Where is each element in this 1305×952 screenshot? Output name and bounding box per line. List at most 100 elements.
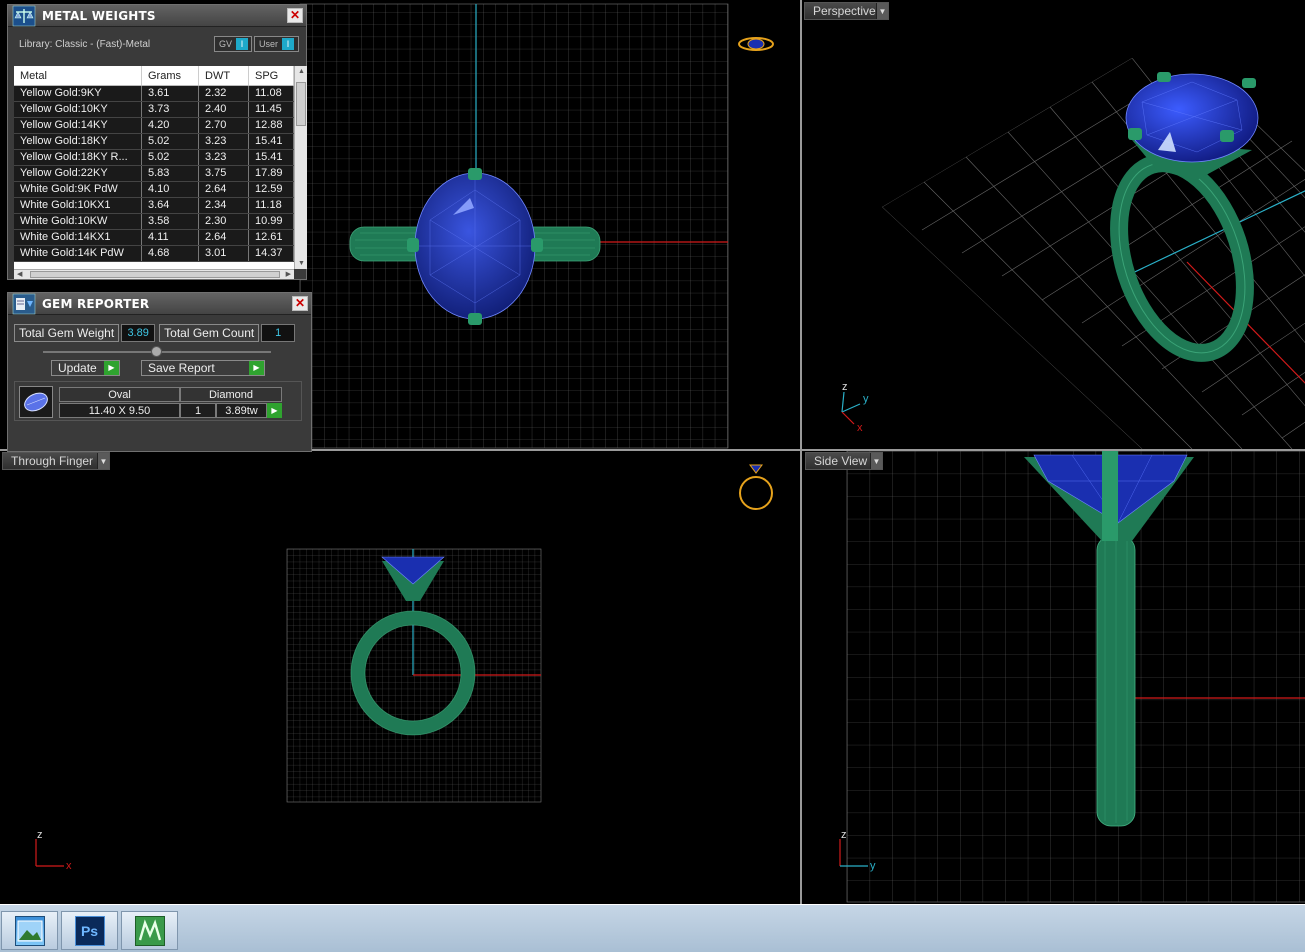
grams-cell: 5.02 [142, 150, 199, 165]
perspective-view-dropdown[interactable]: Perspective ▼ [804, 2, 889, 20]
spg-cell: 12.59 [249, 182, 294, 197]
update-button[interactable]: Update ▶ [51, 360, 120, 376]
table-row[interactable]: White Gold:10KW 3.58 2.30 10.99 [14, 214, 294, 230]
view-orientation-thumb [738, 37, 774, 51]
vertical-scrollbar[interactable]: ▲ ▼ [294, 66, 307, 269]
table-row[interactable]: White Gold:14K PdW 4.68 3.01 14.37 [14, 246, 294, 262]
panel-titlebar[interactable]: METAL WEIGHTS ✕ [8, 5, 306, 27]
gem-count: 1 [180, 403, 216, 418]
photo-viewer-taskbar-button[interactable] [1, 911, 58, 950]
side-view-canvas: z y [839, 451, 1305, 903]
dwt-cell: 2.30 [199, 214, 249, 229]
spg-cell: 11.08 [249, 86, 294, 101]
matrix-icon [134, 915, 165, 946]
spg-cell: 12.88 [249, 118, 294, 133]
metal-cell: Yellow Gold:9KY [14, 86, 142, 101]
table-row[interactable]: White Gold:14KX1 4.11 2.64 12.61 [14, 230, 294, 246]
panel-titlebar[interactable]: GEM REPORTER ✕ [8, 293, 311, 315]
view-label: Perspective [813, 4, 876, 18]
close-icon[interactable]: ✕ [287, 8, 303, 23]
spg-cell: 10.99 [249, 214, 294, 229]
gv-toggle-label: GV [219, 39, 233, 49]
play-arrow-icon: ▶ [104, 361, 119, 375]
scroll-down-icon[interactable]: ▼ [298, 260, 305, 267]
gem-list-item[interactable]: Oval Diamond 11.40 X 9.50 1 3.89tw ▶ [14, 381, 302, 421]
column-header[interactable]: Metal [14, 66, 142, 85]
dwt-cell: 3.23 [199, 150, 249, 165]
scroll-up-icon[interactable]: ▲ [298, 68, 305, 75]
dwt-cell: 2.40 [199, 102, 249, 117]
scroll-right-icon[interactable]: ▶ [286, 270, 291, 278]
total-gem-count-value: 1 [261, 324, 296, 342]
dwt-cell: 2.70 [199, 118, 249, 133]
table-row[interactable]: Yellow Gold:10KY 3.73 2.40 11.45 [14, 102, 294, 118]
side-view-dropdown[interactable]: Side View ▼ [805, 452, 883, 470]
scrollbar-thumb[interactable] [30, 271, 280, 278]
metal-cell: White Gold:10KW [14, 214, 142, 229]
library-label: Library: Classic - (Fast)-Metal [19, 38, 151, 50]
panel-title: GEM REPORTER [42, 296, 150, 311]
prong [468, 168, 482, 180]
dwt-cell: 3.75 [199, 166, 249, 181]
table-row[interactable]: Yellow Gold:22KY 5.83 3.75 17.89 [14, 166, 294, 182]
table-row[interactable]: Yellow Gold:9KY 3.61 2.32 11.08 [14, 86, 294, 102]
perspective-canvas: z y x [841, 58, 1305, 449]
svg-text:z: z [842, 381, 848, 393]
grams-cell: 4.68 [142, 246, 199, 261]
user-toggle-label: User [259, 39, 279, 49]
gem-size: 11.40 X 9.50 [59, 403, 180, 418]
side-viewport[interactable]: z y Side View ▼ [800, 451, 1305, 904]
total-gem-count-label: Total Gem Count [159, 324, 260, 342]
svg-text:z: z [841, 829, 847, 841]
grams-cell: 3.61 [142, 86, 199, 101]
through-finger-viewport[interactable]: z x Through Finger ▼ [0, 451, 798, 904]
front-view-canvas: z x [35, 464, 773, 872]
spg-cell: 12.61 [249, 230, 294, 245]
total-gem-weight-label: Total Gem Weight [14, 324, 120, 342]
column-header[interactable]: DWT [199, 66, 249, 85]
gv-toggle[interactable]: GV I [214, 36, 252, 52]
table-row[interactable]: Yellow Gold:14KY 4.20 2.70 12.88 [14, 118, 294, 134]
spg-cell: 17.89 [249, 166, 294, 181]
oval-gem-icon [19, 386, 53, 418]
metal-weights-panel[interactable]: METAL WEIGHTS ✕ Library: Classic - (Fast… [7, 4, 307, 280]
user-toggle[interactable]: User I [254, 36, 299, 52]
gem-reporter-panel[interactable]: GEM REPORTER ✕ Total Gem Weight 3.89 Tot… [7, 292, 312, 452]
axis-gizmo: z y x [841, 381, 869, 434]
column-header[interactable]: Grams [142, 66, 199, 85]
table-row[interactable]: Yellow Gold:18KY R... 5.02 3.23 15.41 [14, 150, 294, 166]
scrollbar-thumb[interactable] [296, 82, 306, 126]
size-slider[interactable] [43, 346, 271, 357]
dwt-cell: 2.64 [199, 230, 249, 245]
table-row[interactable]: White Gold:9K PdW 4.10 2.64 12.59 [14, 182, 294, 198]
metal-cell: Yellow Gold:18KY [14, 134, 142, 149]
svg-text:y: y [863, 393, 869, 405]
perspective-viewport[interactable]: z y x Perspective ▼ [800, 0, 1305, 449]
close-icon[interactable]: ✕ [292, 296, 308, 311]
svg-text:y: y [870, 860, 876, 872]
gem-stats-row: Total Gem Weight 3.89 Total Gem Count 1 [14, 324, 299, 342]
prong [531, 238, 543, 252]
update-label: Update [58, 361, 97, 375]
metal-cell: White Gold:10KX1 [14, 198, 142, 213]
spg-cell: 14.37 [249, 246, 294, 261]
column-header[interactable]: SPG [249, 66, 294, 85]
slider-knob[interactable] [151, 346, 162, 357]
metal-cell: Yellow Gold:10KY [14, 102, 142, 117]
dwt-cell: 2.34 [199, 198, 249, 213]
taskbar: Ps [0, 904, 1305, 952]
table-row[interactable]: Yellow Gold:18KY 5.02 3.23 15.41 [14, 134, 294, 150]
table-row[interactable]: White Gold:10KX1 3.64 2.34 11.18 [14, 198, 294, 214]
matrix-taskbar-button[interactable] [121, 911, 178, 950]
save-report-button[interactable]: Save Report ▶ [141, 360, 265, 376]
scroll-left-icon[interactable]: ◀ [17, 270, 22, 278]
chevron-down-icon: ▼ [870, 453, 882, 469]
through-finger-view-dropdown[interactable]: Through Finger ▼ [2, 452, 110, 470]
play-arrow-icon[interactable]: ▶ [267, 403, 282, 418]
gem-material: Diamond [180, 387, 282, 402]
horizontal-scrollbar[interactable]: ◀ ▶ [14, 269, 294, 279]
gem-reporter-icon [12, 293, 36, 314]
photoshop-taskbar-button[interactable]: Ps [61, 911, 118, 950]
spg-cell: 11.18 [249, 198, 294, 213]
grams-cell: 5.02 [142, 134, 199, 149]
